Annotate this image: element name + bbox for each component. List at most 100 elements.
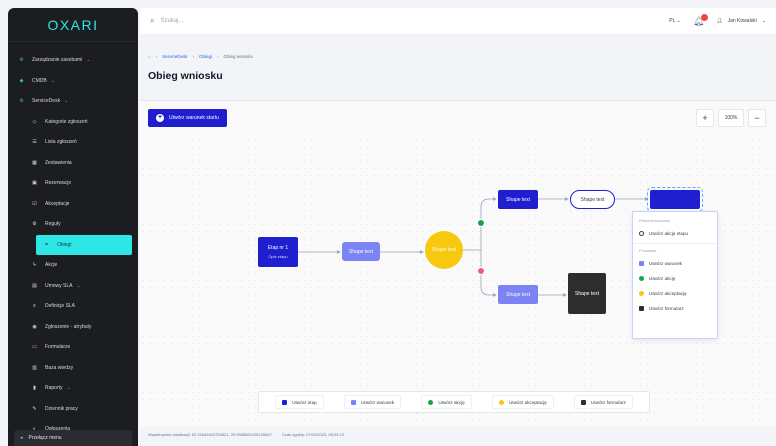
sidebar-item-label: Akceptacje (45, 200, 70, 207)
legend-item-label: Utwórz akcję (438, 399, 465, 405)
sidebar-item-label: Rezerwacje (45, 180, 72, 187)
menu-item[interactable]: Utwórz akceptację (633, 286, 717, 301)
search-icon: ⌕ (150, 16, 155, 25)
breadcrumb-obiegi[interactable]: Obiegi (199, 54, 212, 59)
sidebar-item-label: Raporty (45, 385, 63, 392)
action-icon (639, 231, 644, 236)
sidebar-item[interactable]: ⚙ Zarządzanie zasobami ⌄ (8, 50, 138, 71)
menu-section-other: Pozostałe (639, 248, 657, 253)
sidebar-item-label: Zgłoszenie - atrybuty (45, 323, 92, 330)
sidebar-item[interactable]: ◆ CMDB ⌄ (8, 71, 138, 92)
search-placeholder: Szukaj... (160, 18, 184, 24)
menu-item[interactable]: Utwórz akcję (633, 271, 717, 286)
breadcrumb-separator: › (155, 54, 158, 59)
legend-item[interactable]: Utwórz etap (275, 395, 324, 409)
sidebar-item[interactable]: ▮ Raporty ⌄ (8, 378, 138, 399)
sidebar-item[interactable]: ◉ Zgłoszenie - atrybuty (8, 317, 138, 338)
language-selector[interactable]: PL ⌄ (669, 18, 681, 24)
form-icon: ▭ (32, 344, 37, 351)
location-coordinates: Współrzędne lokalizacji: 52.226494247536… (148, 432, 272, 437)
table-icon: ▦ (32, 159, 37, 166)
legend-item[interactable]: Utwórz akceptację (492, 395, 554, 409)
home-icon[interactable]: ⌂ (148, 54, 151, 59)
flow-node-selected[interactable] (647, 187, 703, 212)
sidebar-item[interactable]: ϟ Akcje (8, 255, 138, 276)
flow-node-stage-branch[interactable]: Shape text (498, 190, 538, 209)
flow-node-condition[interactable]: Shape text (342, 242, 380, 261)
legend-item[interactable]: Utwórz akcję (421, 395, 472, 409)
sidebar-item-label: Baza wiedzy (45, 364, 74, 371)
sidebar-item-label: Formularze (45, 344, 71, 351)
flow-icon: ⌗ (45, 241, 48, 248)
sidebar-item[interactable]: ▤ Umowy SLA ⌄ (8, 276, 138, 297)
menu-item-label: Utwórz formularz (649, 306, 684, 311)
sidebar-item[interactable]: ✎ Dziennik pracy (8, 399, 138, 420)
flow-node-form[interactable]: Shape text (568, 273, 606, 314)
sidebar-item[interactable]: ▭ Formularze (8, 337, 138, 358)
flow-node-acceptance[interactable]: Shape text (425, 231, 463, 269)
menu-item-label: Utwórz akceptację (649, 291, 687, 296)
tag-icon: ◇ (32, 118, 37, 125)
toggle-menu-label: Przełącz menu (28, 435, 62, 441)
calendar-icon: ▣ (32, 180, 37, 187)
sidebar-item[interactable]: ≡ Definicje SLA (8, 296, 138, 317)
sidebar-item-label: Definicje SLA (45, 303, 76, 310)
org-icon: ⚙ (19, 98, 24, 105)
breadcrumb-separator: › (192, 54, 194, 59)
no-port-icon[interactable] (477, 267, 485, 275)
menu-item-label: Utwórz warunek (649, 261, 682, 266)
gear-icon: ⚙ (32, 221, 37, 228)
sidebar-item[interactable]: ⌗ Obiegi (36, 234, 132, 255)
menu-item[interactable]: Utwórz formularz (633, 301, 717, 316)
collapse-icon: ◂ (20, 435, 23, 441)
circle-swatch-icon (428, 399, 434, 405)
chevron-down-icon: ⌄ (66, 385, 71, 392)
brand-logo[interactable]: OXARI (8, 8, 138, 42)
menu-section-recommended: Rekomendowany (639, 218, 670, 223)
status-time: Czas ogólny: 27/03/2023, 08:03:13 (281, 432, 344, 437)
workflow-canvas[interactable]: + Utwórz warunek startu + 100% − Etap nr… (140, 100, 776, 427)
legend-item-label: Utwórz warunek (361, 399, 395, 405)
sidebar-item[interactable]: ▥ Baza wiedzy (8, 358, 138, 379)
sidebar-item-label: ServiceDesk (32, 98, 61, 105)
breadcrumb-separator: › (217, 54, 219, 59)
notifications-bell-icon[interactable]: 🔔︎ (693, 13, 709, 27)
menu-item[interactable]: Utwórz warunek (633, 256, 717, 271)
sidebar-item-label: Lista zgłoszeń (45, 139, 77, 146)
square-swatch-icon (282, 399, 288, 405)
flow-node-stage[interactable]: Etap nr 1 Opis etapu (258, 237, 298, 267)
sidebar-item[interactable]: ⚙ ServiceDesk ⌄ (8, 91, 138, 112)
search-input[interactable]: ⌕ Szukaj... (150, 16, 184, 26)
legend-item[interactable]: Utwórz warunek (344, 395, 402, 409)
chevron-down-icon: ⌄ (86, 57, 91, 64)
topbar: ⌕ Szukaj... PL ⌄ 🔔︎ 👤︎ Jan Kowalski ⌄ (140, 8, 776, 34)
flow-node-condition-branch[interactable]: Shape text (498, 285, 538, 304)
square-swatch-icon (639, 306, 644, 311)
flow-node-shape[interactable]: Shape text (570, 190, 615, 209)
page-title: Obieg wniosku (148, 70, 223, 82)
legend-item-label: Utwórz formularz (591, 399, 626, 405)
sidebar-item[interactable]: ▦ Zestawienia (8, 153, 138, 174)
topbar-actions: PL ⌄ 🔔︎ 👤︎ Jan Kowalski ⌄ (669, 13, 766, 27)
yes-port-icon[interactable] (477, 219, 485, 227)
stage-subtitle: Opis etapu (268, 254, 288, 259)
sidebar-item[interactable]: ▣ Rezerwacje (8, 173, 138, 194)
sidebar-item[interactable]: ◇ Kategorie zgłoszeń (8, 112, 138, 133)
chevron-down-icon: ⌄ (64, 98, 69, 105)
sidebar-item-label: Zestawienia (45, 159, 72, 166)
journal-icon: ✎ (32, 405, 37, 412)
definition-icon: ≡ (33, 303, 36, 310)
sidebar-item[interactable]: ⚙ Reguły (8, 214, 138, 235)
legend-item[interactable]: Utwórz formularz (574, 395, 633, 409)
user-menu[interactable]: 👤︎ Jan Kowalski ⌄ (716, 18, 766, 24)
check-list-icon: ☑ (32, 200, 37, 207)
circle-swatch-icon (639, 276, 644, 281)
menu-item-create-stage-action[interactable]: Utwórz akcję etapu (633, 226, 717, 241)
breadcrumb-servicedesk[interactable]: ServiceDesk (162, 54, 187, 59)
sidebar-item-label: Akcje (45, 262, 58, 269)
toggle-menu-button[interactable]: ◂ Przełącz menu (14, 430, 132, 446)
chevron-down-icon: ⌄ (50, 77, 55, 84)
sidebar-item-label: Dziennik pracy (45, 405, 78, 412)
sidebar-item[interactable]: ☑ Akceptacje (8, 194, 138, 215)
sidebar-item[interactable]: ☰ Lista zgłoszeń (8, 132, 138, 153)
